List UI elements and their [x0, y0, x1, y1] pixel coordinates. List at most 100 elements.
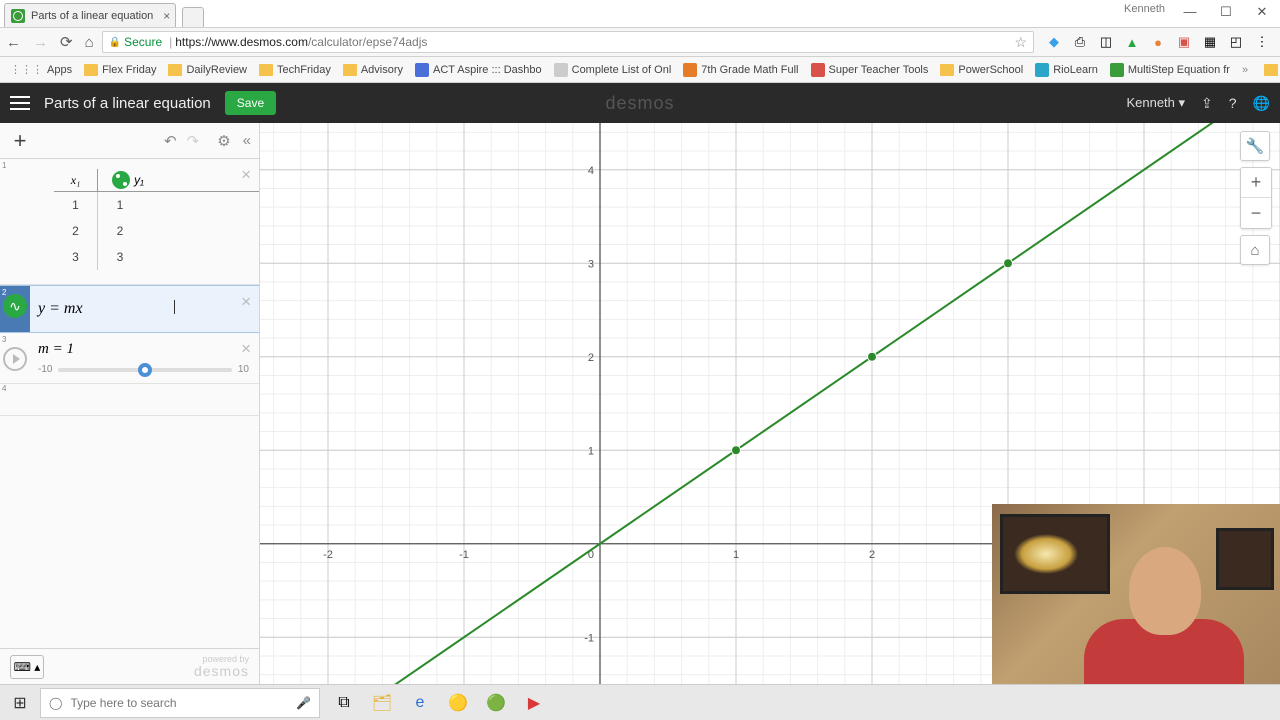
desmos-favicon [11, 9, 25, 23]
start-button[interactable]: ⊞ [0, 685, 40, 720]
nav-reload-icon[interactable]: ⟳ [60, 33, 73, 51]
taskbar-search-input[interactable]: ◯ Type here to search 🎤 [40, 688, 320, 718]
ext-icon[interactable]: ▲ [1124, 34, 1140, 50]
help-icon[interactable]: ? [1229, 95, 1237, 111]
svg-text:1: 1 [733, 549, 739, 561]
graph-area[interactable]: -2-11234-112340 🔧 + − ⌂ [260, 123, 1280, 684]
edge-icon[interactable]: e [402, 685, 438, 720]
other-bookmarks[interactable]: Other bookmarks [1260, 62, 1280, 78]
expression-color-icon[interactable]: ∿ [3, 294, 27, 318]
text-cursor [174, 300, 175, 314]
equation-text[interactable]: y = mx [30, 292, 259, 326]
bookmark-item[interactable]: Advisory [339, 62, 407, 78]
table-column-style-icon[interactable] [112, 171, 130, 189]
undo-icon[interactable]: ↶ [164, 132, 177, 150]
keyboard-toggle-button[interactable]: ⌨ ▴ [10, 655, 44, 679]
lock-icon: 🔒 [109, 37, 121, 48]
ext-icon[interactable]: ▦ [1202, 34, 1218, 50]
chrome-profile-name[interactable]: Kenneth [1124, 3, 1165, 15]
table-cell[interactable]: 1 [98, 192, 142, 218]
table-x-header[interactable]: x₁ [54, 169, 98, 191]
expression-equation[interactable]: 2 ∿ × y = mx [0, 285, 259, 333]
window-minimize-button[interactable]: — [1172, 0, 1208, 23]
slider-max[interactable]: 10 [238, 364, 249, 375]
ext-icon[interactable]: ◫ [1098, 34, 1114, 50]
chrome-menu-icon[interactable]: ⋮ [1254, 34, 1270, 50]
tab-close-icon[interactable]: × [163, 9, 170, 23]
zoom-in-button[interactable]: + [1241, 168, 1271, 198]
ext-icon[interactable]: ◆ [1046, 34, 1062, 50]
bookmark-item[interactable]: DailyReview [164, 62, 251, 78]
window-titlebar: Parts of a linear equation × Kenneth — ☐… [0, 0, 1280, 27]
browser-tab[interactable]: Parts of a linear equation × [4, 3, 176, 27]
bookmark-item[interactable]: 7th Grade Math Full [679, 61, 802, 79]
window-close-button[interactable]: ✕ [1244, 0, 1280, 23]
table-cell[interactable]: 2 [54, 218, 98, 244]
table-cell[interactable]: 3 [54, 244, 98, 270]
expression-table[interactable]: 1 × x₁ y₁ 11 22 [0, 159, 259, 285]
bookmark-item[interactable]: ACT Aspire ::: Dashbo [411, 61, 546, 79]
home-zoom-button[interactable]: ⌂ [1240, 235, 1270, 265]
language-icon[interactable]: 🌐 [1253, 95, 1270, 112]
svg-text:4: 4 [588, 165, 594, 177]
extension-icons: ◆ ⎙ ◫ ▲ ● ▣ ▦ ◰ ⋮ [1042, 34, 1274, 50]
svg-text:2: 2 [588, 352, 594, 364]
chrome-icon[interactable]: 🟡 [440, 685, 476, 720]
ext-icon[interactable]: ⎙ [1072, 34, 1088, 50]
file-explorer-icon[interactable]: 🗂 [364, 685, 400, 720]
zoom-out-button[interactable]: − [1241, 198, 1271, 228]
save-button[interactable]: Save [225, 91, 276, 115]
table-cell[interactable]: 2 [98, 218, 142, 244]
nav-back-icon[interactable]: ← [6, 34, 21, 51]
account-menu[interactable]: Kenneth ▾ [1126, 95, 1185, 111]
url-input[interactable]: 🔒 Secure | https://www.desmos.com/calcul… [102, 31, 1034, 53]
chrome-icon[interactable]: 🟢 [478, 685, 514, 720]
mic-icon[interactable]: 🎤 [296, 696, 311, 710]
address-bar: ← → ⟳ ⌂ 🔒 Secure | https://www.desmos.co… [0, 27, 1280, 57]
bookmark-item[interactable]: Super Teacher Tools [807, 61, 933, 79]
bookmark-item[interactable]: PowerSchool [936, 62, 1027, 78]
bookmark-item[interactable]: TechFriday [255, 62, 335, 78]
window-maximize-button[interactable]: ☐ [1208, 0, 1244, 23]
table-cell[interactable]: 3 [98, 244, 142, 270]
slider-play-icon[interactable] [3, 347, 27, 371]
ext-icon[interactable]: ▣ [1176, 34, 1192, 50]
settings-gear-icon[interactable]: ⚙ [217, 132, 230, 150]
slider-thumb[interactable] [138, 363, 152, 377]
recorder-icon[interactable]: ▶ [516, 685, 552, 720]
new-tab-button[interactable] [182, 7, 204, 27]
bookmark-star-icon[interactable]: ☆ [1014, 34, 1027, 51]
slider-label[interactable]: m = 1 [30, 339, 259, 360]
nav-home-icon[interactable]: ⌂ [85, 34, 94, 51]
cortana-circle-icon: ◯ [49, 696, 62, 710]
bookmark-item[interactable]: Flex Friday [80, 62, 160, 78]
svg-text:-1: -1 [459, 549, 469, 561]
expression-empty[interactable]: 4 [0, 384, 259, 416]
task-view-icon[interactable]: ⧉ [326, 685, 362, 720]
row-index: 3 [0, 335, 5, 344]
redo-icon: ↷ [187, 132, 200, 150]
ext-icon[interactable]: ◰ [1228, 34, 1244, 50]
delete-expression-icon[interactable]: × [241, 339, 251, 359]
delete-expression-icon[interactable]: × [241, 165, 251, 185]
bookmark-item[interactable]: RioLearn [1031, 61, 1102, 79]
share-icon[interactable]: ⇪ [1201, 95, 1213, 112]
collapse-panel-icon[interactable]: « [243, 132, 251, 150]
graph-title[interactable]: Parts of a linear equation [44, 95, 211, 112]
slider-min[interactable]: -10 [38, 364, 52, 375]
powered-by-logo: powered by desmos [194, 655, 249, 678]
menu-icon[interactable] [10, 96, 30, 110]
add-expression-button[interactable]: + [8, 128, 32, 154]
ext-icon[interactable]: ● [1150, 34, 1166, 50]
apps-shortcut[interactable]: ⋮⋮⋮Apps [6, 61, 76, 78]
graph-settings-icon[interactable]: 🔧 [1240, 131, 1270, 161]
delete-expression-icon[interactable]: × [241, 292, 251, 312]
slider-track[interactable] [58, 368, 231, 372]
windows-taskbar: ⊞ ◯ Type here to search 🎤 ⧉ 🗂 e 🟡 🟢 ▶ [0, 684, 1280, 720]
bookmarks-bar: ⋮⋮⋮Apps Flex Friday DailyReview TechFrid… [0, 57, 1280, 83]
bookmark-item[interactable]: MultiStep Equation fr [1106, 61, 1234, 79]
expression-slider[interactable]: 3 × m = 1 -10 10 [0, 333, 259, 384]
table-cell[interactable]: 1 [54, 192, 98, 218]
table-y-header[interactable]: y₁ [134, 173, 144, 187]
bookmark-item[interactable]: Complete List of Onl [550, 61, 676, 79]
